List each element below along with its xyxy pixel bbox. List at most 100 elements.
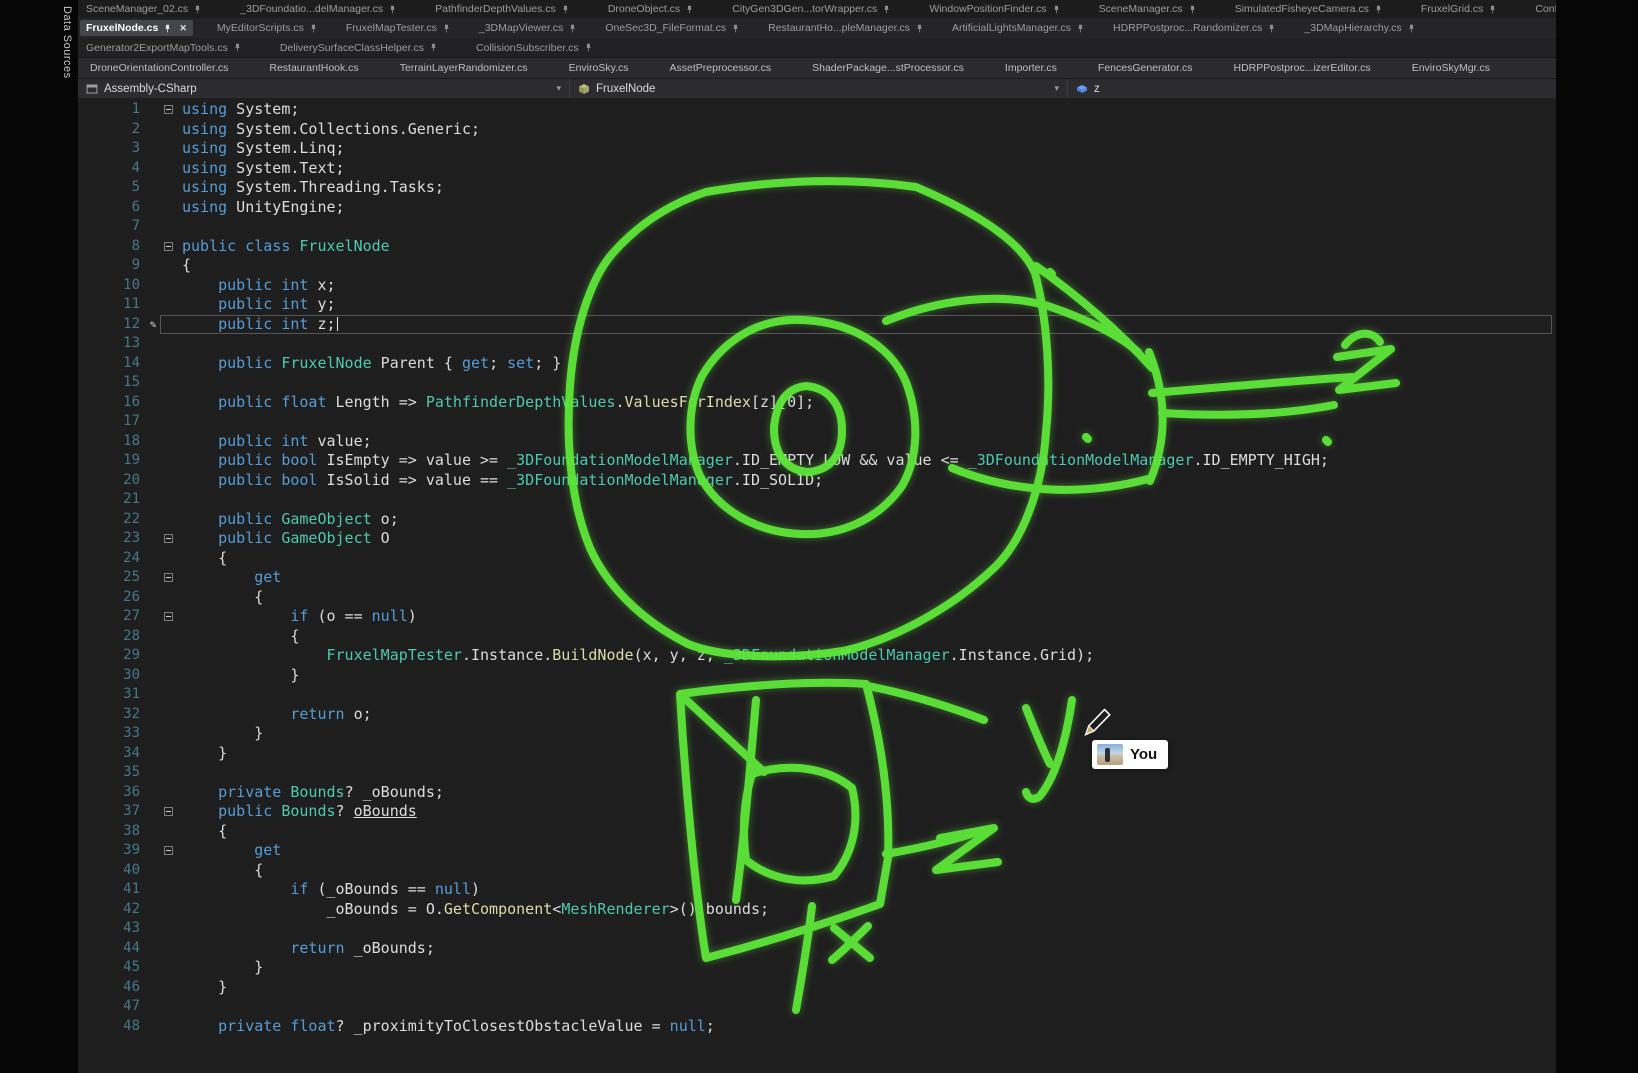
editor-tab[interactable]: _3DFoundatio...delManager.cs: [236, 1, 401, 17]
code-line[interactable]: 20 public bool IsSolid => value == _3DFo…: [78, 471, 1556, 491]
editor-tab[interactable]: FencesGenerator.cs: [1094, 60, 1197, 76]
code-line[interactable]: 6using UnityEngine;: [78, 198, 1556, 218]
code-line[interactable]: 28 {: [78, 627, 1556, 647]
code-line[interactable]: 10 public int x;: [78, 276, 1556, 296]
code-line[interactable]: 26 {: [78, 588, 1556, 608]
line-number[interactable]: 39: [78, 841, 146, 861]
editor-tab[interactable]: OneSec3D_FileFormat.cs: [601, 20, 744, 36]
line-number[interactable]: 30: [78, 666, 146, 686]
fold-collapse-icon[interactable]: [164, 242, 173, 251]
code-line[interactable]: 8public class FruxelNode: [78, 237, 1556, 257]
line-number[interactable]: 13: [78, 334, 146, 354]
line-number[interactable]: 16: [78, 393, 146, 413]
pin-icon[interactable]: [1188, 5, 1197, 14]
code-line[interactable]: 22 public GameObject o;: [78, 510, 1556, 530]
pin-icon[interactable]: [561, 5, 570, 14]
editor-tab[interactable]: Importer.cs: [1001, 60, 1061, 76]
pin-icon[interactable]: [442, 24, 451, 33]
line-number[interactable]: 28: [78, 627, 146, 647]
code-line[interactable]: 25 get: [78, 568, 1556, 588]
pin-icon[interactable]: [1488, 5, 1497, 14]
code-line[interactable]: 7: [78, 217, 1556, 237]
code-line[interactable]: 1using System;: [78, 100, 1556, 120]
pin-icon[interactable]: [1407, 24, 1416, 33]
code-line[interactable]: 31: [78, 685, 1556, 705]
line-number[interactable]: 4: [78, 159, 146, 179]
close-icon[interactable]: ✕: [179, 23, 187, 34]
fold-collapse-icon[interactable]: [164, 807, 173, 816]
editor-tab[interactable]: HDRPPostproc...Randomizer.cs: [1109, 20, 1280, 36]
code-line[interactable]: 47: [78, 997, 1556, 1017]
code-line[interactable]: 19 public bool IsEmpty => value >= _3DFo…: [78, 451, 1556, 471]
editor-tab[interactable]: ArtificialLightsManager.cs: [948, 20, 1089, 36]
line-number[interactable]: 31: [78, 685, 146, 705]
pin-icon[interactable]: [388, 5, 397, 14]
fold-collapse-icon[interactable]: [164, 846, 173, 855]
line-number[interactable]: 36: [78, 783, 146, 803]
code-line[interactable]: 40 {: [78, 861, 1556, 881]
pin-icon[interactable]: [915, 24, 924, 33]
editor-tab[interactable]: HDRPPostproc...izerEditor.cs: [1230, 60, 1375, 76]
line-number[interactable]: 22: [78, 510, 146, 530]
code-line[interactable]: 15: [78, 373, 1556, 393]
code-line[interactable]: 21: [78, 490, 1556, 510]
editor-tab[interactable]: SimulatedFisheyeCamera.cs: [1231, 1, 1387, 17]
line-number[interactable]: 34: [78, 744, 146, 764]
code-line[interactable]: 37 public Bounds? oBounds: [78, 802, 1556, 822]
line-number[interactable]: 6: [78, 198, 146, 218]
line-number[interactable]: 32: [78, 705, 146, 725]
code-line[interactable]: 5using System.Threading.Tasks;: [78, 178, 1556, 198]
editor-tab[interactable]: Generator2ExportMapTools.cs: [82, 40, 246, 56]
chevron-down-icon[interactable]: ▾: [556, 83, 561, 94]
line-number[interactable]: 3: [78, 139, 146, 159]
code-line[interactable]: 39 get: [78, 841, 1556, 861]
editor-tab[interactable]: DroneOrientationController.cs: [86, 60, 232, 76]
project-dropdown[interactable]: Assembly-CSharp ▾: [78, 79, 570, 98]
pin-icon[interactable]: [584, 43, 593, 52]
editor-tab[interactable]: _3DMapViewer.cs: [475, 20, 581, 36]
line-number[interactable]: 8: [78, 237, 146, 257]
pin-icon[interactable]: [568, 24, 577, 33]
line-number[interactable]: 9: [78, 256, 146, 276]
line-number[interactable]: 44: [78, 939, 146, 959]
data-sources-tab[interactable]: Data Sources: [61, 6, 73, 79]
line-number[interactable]: 38: [78, 822, 146, 842]
line-number[interactable]: 47: [78, 997, 146, 1017]
code-line[interactable]: 16 public float Length => PathfinderDept…: [78, 393, 1556, 413]
line-number[interactable]: 10: [78, 276, 146, 296]
editor-tab[interactable]: CollisionSubscriber.cs: [472, 40, 597, 56]
editor-tab[interactable]: CityGen3DGen...torWrapper.cs: [728, 1, 895, 17]
line-number[interactable]: 19: [78, 451, 146, 471]
pin-icon[interactable]: [1374, 5, 1383, 14]
fold-collapse-icon[interactable]: [164, 612, 173, 621]
fold-collapse-icon[interactable]: [164, 534, 173, 543]
line-number[interactable]: 33: [78, 724, 146, 744]
line-number[interactable]: 5: [78, 178, 146, 198]
code-line[interactable]: 23 public GameObject O: [78, 529, 1556, 549]
code-line[interactable]: 17: [78, 412, 1556, 432]
editor-tab[interactable]: SceneManager_02.cs: [82, 1, 206, 17]
pin-icon[interactable]: [163, 24, 172, 33]
code-line[interactable]: 33 }: [78, 724, 1556, 744]
pin-icon[interactable]: [309, 24, 318, 33]
code-line[interactable]: 45 }: [78, 958, 1556, 978]
line-number[interactable]: 2: [78, 120, 146, 140]
editor-tab[interactable]: SceneManager.cs: [1095, 1, 1201, 17]
line-number[interactable]: 15: [78, 373, 146, 393]
line-number[interactable]: 26: [78, 588, 146, 608]
editor-tab[interactable]: PathfinderDepthValues.cs: [431, 1, 574, 17]
class-dropdown[interactable]: FruxelNode ▾: [570, 79, 1068, 98]
editor-tab[interactable]: RestaurantHo...pleManager.cs: [764, 20, 928, 36]
line-number[interactable]: 23: [78, 529, 146, 549]
code-line[interactable]: 35: [78, 763, 1556, 783]
editor-tab[interactable]: MyEditorScripts.cs: [213, 20, 322, 36]
code-editor[interactable]: 1using System;2using System.Collections.…: [78, 98, 1556, 1073]
code-line[interactable]: 34 }: [78, 744, 1556, 764]
code-line[interactable]: 46 }: [78, 978, 1556, 998]
code-line[interactable]: 9{: [78, 256, 1556, 276]
editor-tab[interactable]: FruxelMapTester.cs: [342, 20, 455, 36]
pin-icon[interactable]: [1267, 24, 1276, 33]
line-number[interactable]: 42: [78, 900, 146, 920]
line-number[interactable]: 21: [78, 490, 146, 510]
line-number[interactable]: 1: [78, 100, 146, 120]
